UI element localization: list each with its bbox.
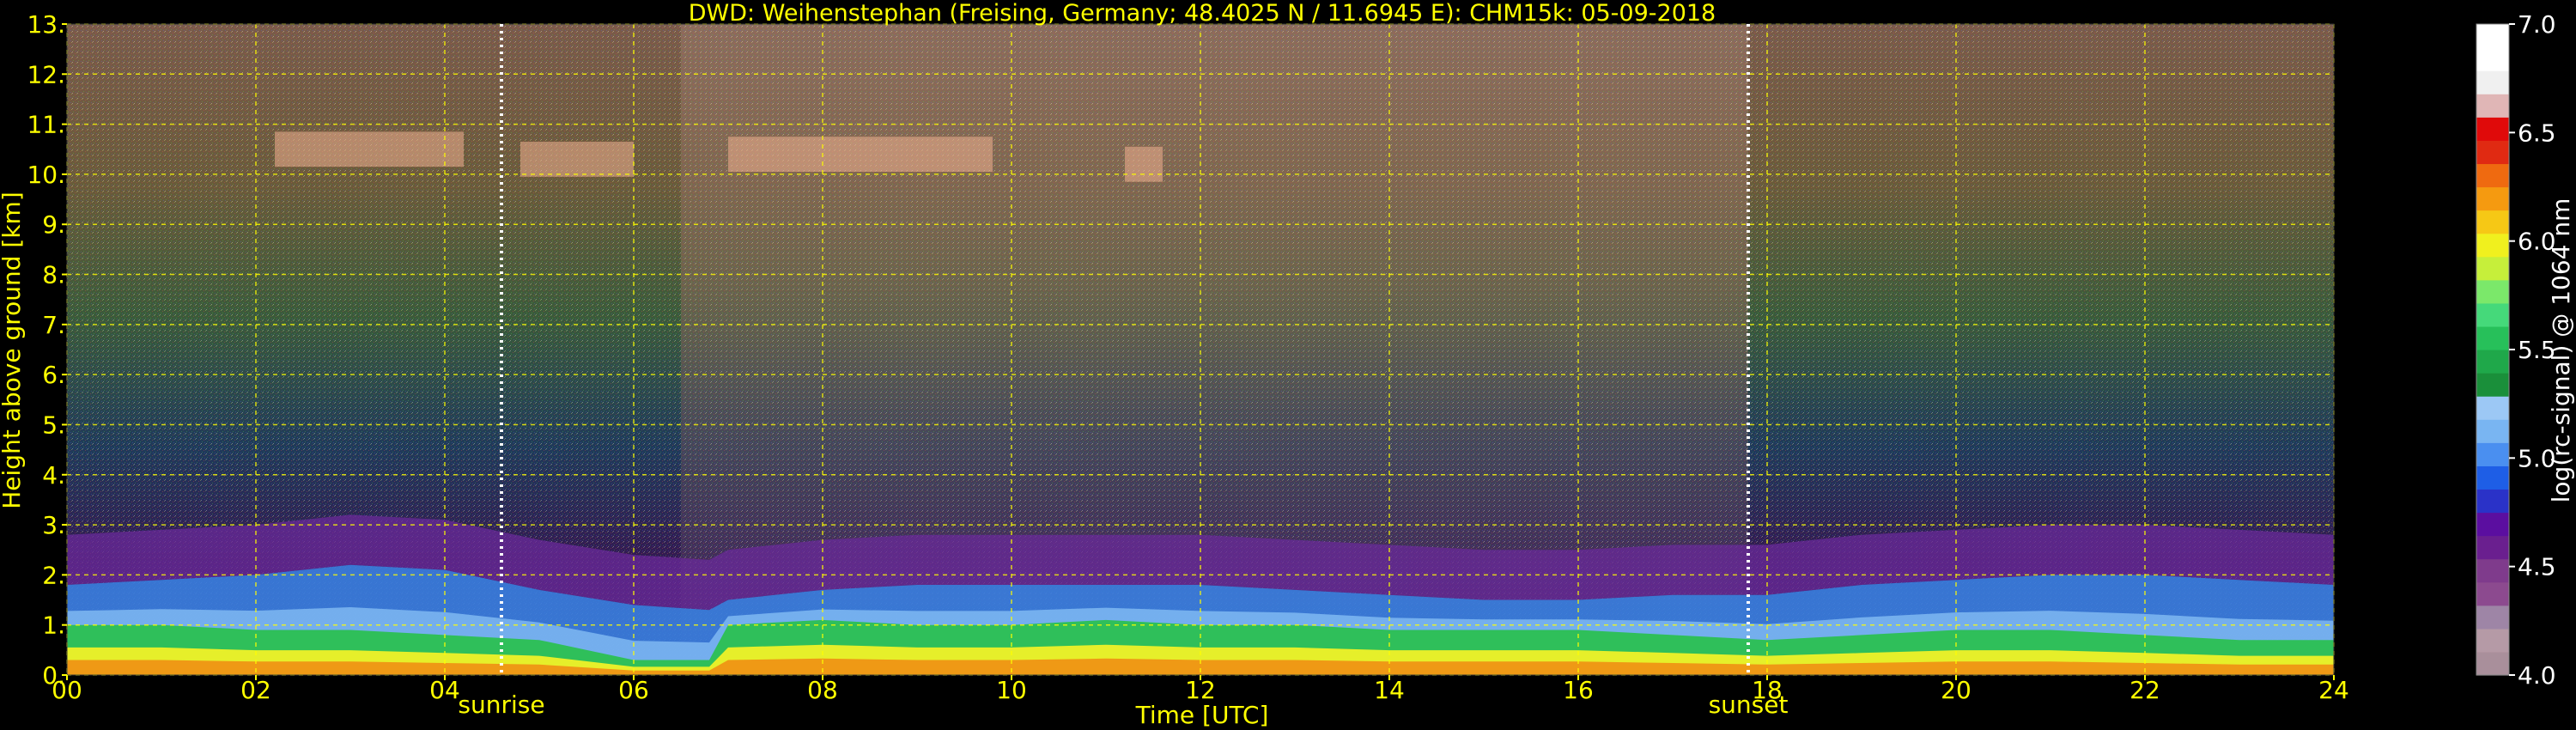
colorbar-tick-label: 6.5: [2518, 119, 2556, 147]
y-axis: 0. 1. 2. 3. 4. 5. 6. 7. 8. 9. 10. 11. 12. 13.: [27, 10, 67, 690]
cirrus-patch: [728, 137, 993, 173]
x-axis: 00 02 04 06 08 10 12 14 16 18 20 22 24: [52, 675, 2349, 704]
x-axis-label: Time [UTC]: [1135, 701, 1269, 729]
y-tick-label: 10.: [27, 161, 65, 189]
colorbar-segment: [2476, 465, 2509, 490]
sunrise-label: sunrise: [458, 690, 544, 719]
x-tick-label: 22: [2129, 676, 2160, 704]
y-tick-label: 9.: [42, 210, 65, 239]
colorbar-segment: [2476, 94, 2509, 118]
colorbar-segment: [2476, 628, 2509, 653]
colorbar-segment: [2476, 70, 2509, 94]
x-tick-label: 14: [1374, 676, 1405, 704]
colorbar-tick-label: 4.0: [2518, 661, 2556, 690]
cirrus-patch: [275, 131, 464, 167]
y-tick-label: 4.: [42, 461, 65, 490]
y-tick-label: 1.: [42, 611, 65, 640]
colorbar-segment: [2476, 651, 2509, 676]
x-tick-label: 10: [996, 676, 1027, 704]
cirrus-patch: [520, 142, 634, 177]
x-tick-label: 20: [1941, 676, 1971, 704]
colorbar-segment: [2476, 186, 2509, 211]
colorbar-segment: [2476, 442, 2509, 466]
y-tick-label: 6.: [42, 361, 65, 389]
colorbar-segment: [2476, 117, 2509, 141]
colorbar-segment: [2476, 233, 2509, 258]
y-tick-label: 3.: [42, 511, 65, 539]
colorbar-segment: [2476, 535, 2509, 560]
x-tick-label: 02: [240, 676, 271, 704]
ceilometer-chart: 00 02 04 06 08 10 12 14 16 18 20 22 24 0.1.2.3.4.5.6…: [0, 0, 2575, 729]
sunset-label: sunset: [1709, 690, 1789, 719]
y-tick-label: 7.: [42, 311, 65, 339]
colorbar-segment: [2476, 256, 2509, 281]
y-tick-label: 8.: [42, 261, 65, 289]
colorbar-tick-label: 7.0: [2518, 10, 2556, 39]
y-tick-label: 13.: [27, 10, 65, 39]
x-tick-label: 08: [807, 676, 838, 704]
y-tick-label: 11.: [27, 111, 65, 139]
y-axis-label: Height above ground [km]: [0, 192, 26, 509]
colorbar-segment: [2476, 210, 2509, 234]
colorbar-segment: [2476, 140, 2509, 165]
colorbar-segment: [2476, 512, 2509, 537]
chart-title: DWD: Weihenstephan (Freising, Germany; 4…: [689, 0, 1716, 27]
colorbar-segment: [2476, 373, 2509, 397]
y-tick-label: 5.: [42, 411, 65, 439]
colorbar-segment: [2476, 302, 2509, 327]
colorbar-segment: [2476, 279, 2509, 304]
colorbar-segment: [2476, 47, 2509, 71]
x-tick-label: 06: [618, 676, 649, 704]
x-tick-label: 24: [2318, 676, 2349, 704]
cirrus-patch: [1125, 146, 1163, 182]
y-tick-label: 2.: [42, 561, 65, 589]
colorbar-segment: [2476, 325, 2509, 350]
colorbar-segment: [2476, 489, 2509, 514]
colorbar-label: log(rc-signal) @ 1064 nm: [2547, 198, 2575, 503]
colorbar-segment: [2476, 163, 2509, 188]
colorbar-segment: [2476, 350, 2509, 374]
x-tick-label: 16: [1563, 676, 1594, 704]
colorbar-segment: [2476, 605, 2509, 630]
colorbar-segment: [2476, 24, 2509, 48]
x-tick-label: 04: [429, 676, 460, 704]
colorbar-segment: [2476, 419, 2509, 443]
colorbar-segment: [2476, 396, 2509, 420]
y-tick-label: 0.: [42, 661, 65, 690]
colorbar-segment: [2476, 558, 2509, 583]
y-tick-label: 12.: [27, 60, 65, 88]
colorbar-tick-label: 4.5: [2518, 553, 2556, 581]
colorbar: 4.04.55.05.56.06.57.0: [2476, 10, 2556, 690]
colorbar-segment: [2476, 581, 2509, 606]
